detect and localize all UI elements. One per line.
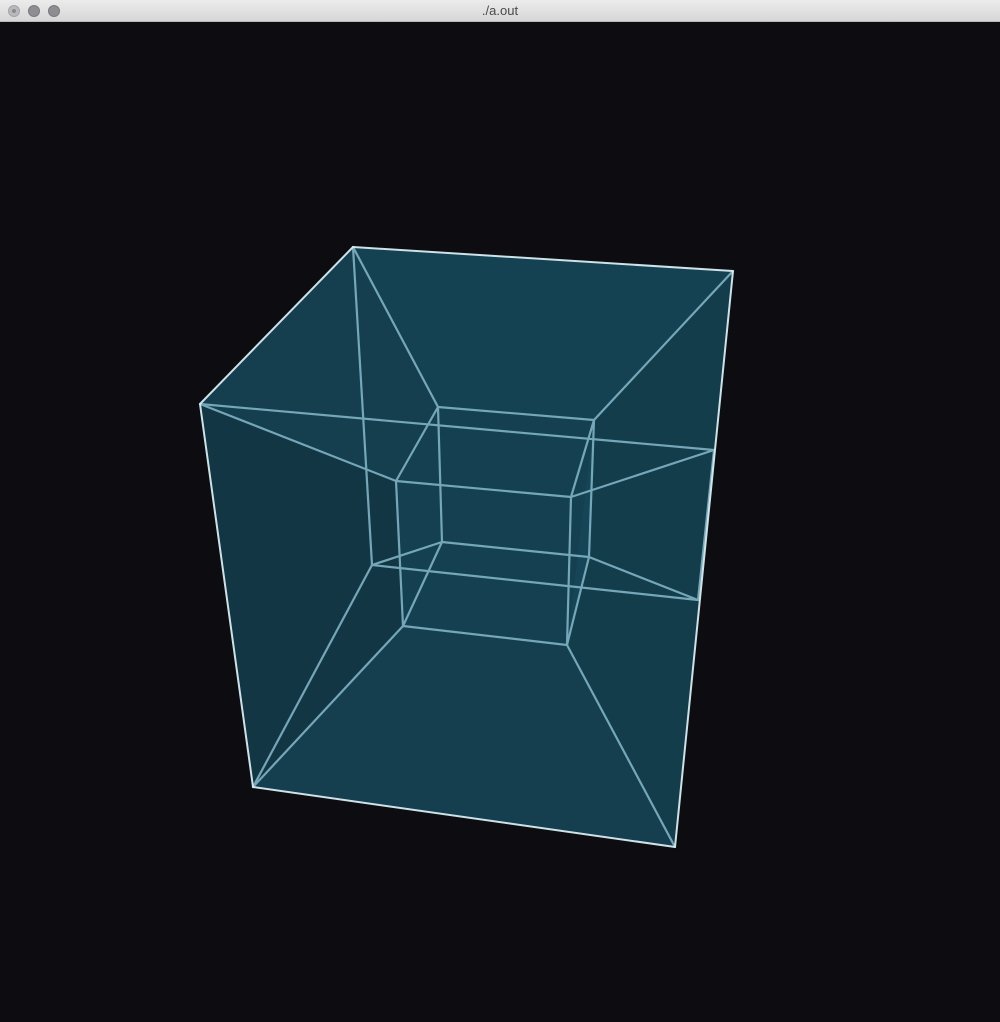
render-viewport bbox=[0, 22, 1000, 1022]
app-window: ./a.out bbox=[0, 0, 1000, 1022]
title-bar[interactable]: ./a.out bbox=[0, 0, 1000, 22]
inner-cube-face bbox=[396, 407, 594, 645]
tesseract-render bbox=[198, 245, 735, 849]
window-title: ./a.out bbox=[481, 3, 519, 18]
